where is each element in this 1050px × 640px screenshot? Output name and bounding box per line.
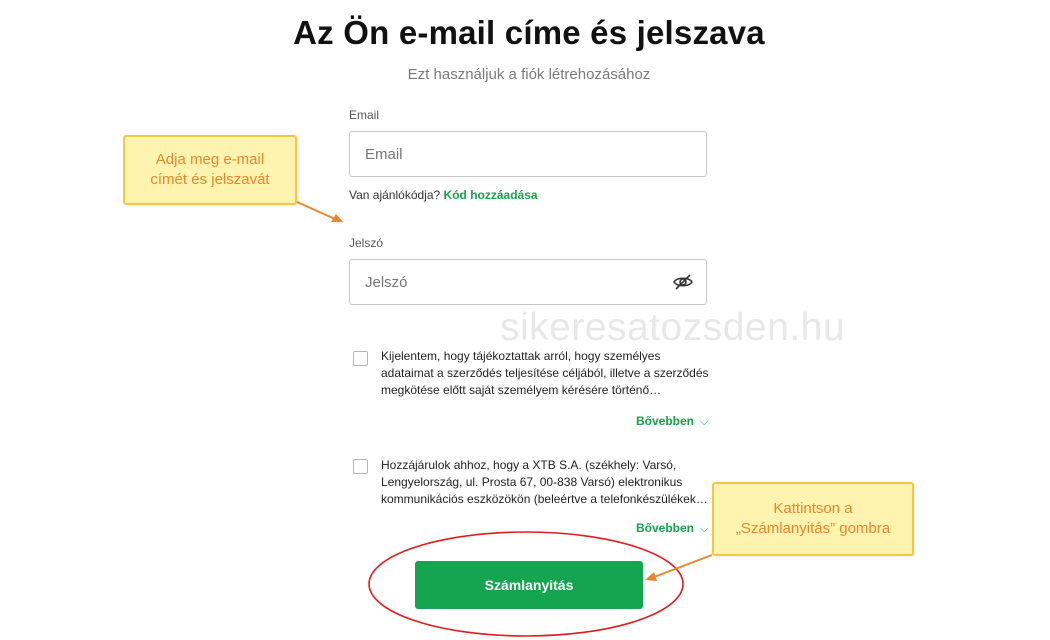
email-label: Email xyxy=(349,108,380,122)
password-input[interactable] xyxy=(365,260,665,304)
referral-question: Van ajánlókódja? xyxy=(349,188,441,202)
consent-2-line-3: kommunikációs eszközökön (beleértve a te… xyxy=(381,492,708,506)
chevron-down-icon: ⌵ xyxy=(700,523,709,535)
eye-slash-icon[interactable] xyxy=(672,272,694,292)
show-more-label-1: Bővebben xyxy=(636,414,695,428)
consent-1-line-3: megkötése előtt saját személyem kérésére… xyxy=(381,383,662,397)
add-referral-code-link[interactable]: Kód hozzáadása xyxy=(444,188,538,202)
email-password-callout: Adja meg e-mail címét és jelszavát xyxy=(123,135,297,205)
password-label: Jelszó xyxy=(349,236,384,250)
email-callout-line-2: címét és jelszavát xyxy=(150,171,270,188)
consent-2-line-2: Lengyelország, ul. Prosta 67, 00-838 Var… xyxy=(381,475,683,489)
consent-1-line-2: adataimat a szerződés teljesítése céljáb… xyxy=(381,366,709,380)
show-more-link-2[interactable]: Bővebben ⌵ xyxy=(636,521,708,536)
open-account-button[interactable]: Számlanyitás xyxy=(415,561,643,609)
consent-text-1: Kijelentem, hogy tájékoztattak arról, ho… xyxy=(381,348,711,399)
referral-row: Van ajánlókódja? Kód hozzáadása xyxy=(349,188,538,202)
page-subtitle: Ezt használjuk a fiók létrehozásához xyxy=(407,66,651,83)
arrow-to-email-field xyxy=(296,201,343,222)
button-callout-line-1: Kattintson a xyxy=(773,500,853,517)
consent-1-line-1: Kijelentem, hogy tájékoztattak arról, ho… xyxy=(381,349,661,363)
email-callout-line-1: Adja meg e-mail xyxy=(155,151,265,168)
show-more-label-2: Bővebben xyxy=(636,521,695,535)
watermark: sikeresatozsden.hu xyxy=(500,306,846,349)
password-field-box[interactable] xyxy=(349,259,707,305)
email-field-box[interactable] xyxy=(349,131,707,177)
consent-2-line-1: Hozzájárulok ahhoz, hogy a XTB S.A. (szé… xyxy=(381,458,677,472)
show-more-link-1[interactable]: Bővebben ⌵ xyxy=(636,414,708,429)
email-input[interactable] xyxy=(365,132,665,176)
chevron-down-icon: ⌵ xyxy=(700,416,709,428)
open-account-callout: Kattintson a „Számlanyitás” gombra xyxy=(712,482,914,556)
consent-checkbox-2[interactable] xyxy=(353,459,368,474)
arrow-to-submit-button xyxy=(645,554,713,581)
consent-text-2: Hozzájárulok ahhoz, hogy a XTB S.A. (szé… xyxy=(381,457,711,508)
consent-checkbox-1[interactable] xyxy=(353,351,368,366)
button-callout-line-2: „Számlanyitás” gombra xyxy=(735,520,891,537)
page-title: Az Ön e-mail címe és jelszava xyxy=(293,14,765,51)
